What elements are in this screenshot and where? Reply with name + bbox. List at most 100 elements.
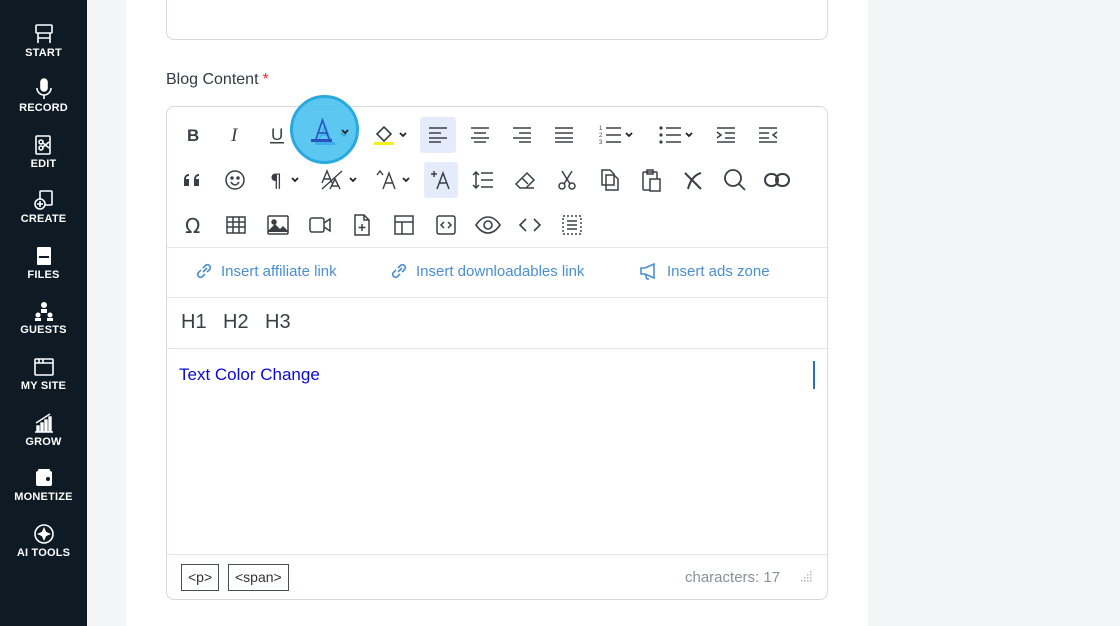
insert-table-button[interactable] xyxy=(221,207,251,243)
svg-text:B: B xyxy=(187,126,199,145)
select-all-button[interactable] xyxy=(557,207,587,243)
files-icon xyxy=(36,247,51,265)
svg-text:2: 2 xyxy=(599,133,603,139)
blockquote-button[interactable] xyxy=(179,162,207,198)
outdent-button[interactable] xyxy=(753,117,783,153)
layout-button[interactable] xyxy=(389,207,419,243)
nav-create[interactable]: CREATE xyxy=(0,188,87,225)
align-right-button[interactable] xyxy=(507,117,537,153)
nav-label: RECORD xyxy=(19,102,68,114)
align-right-icon xyxy=(513,127,531,143)
line-height-button[interactable] xyxy=(467,162,499,198)
nav-record[interactable]: RECORD xyxy=(0,77,87,114)
insert-link-button[interactable] xyxy=(761,162,793,198)
insert-affiliate-link-button[interactable]: Insert affiliate link xyxy=(195,262,337,280)
ai-tools-icon xyxy=(33,524,54,544)
my-site-icon xyxy=(33,358,54,376)
insert-downloadables-link-button[interactable]: Insert downloadables link xyxy=(390,262,584,280)
toolbar-row-1: B I U 1 2 3 xyxy=(167,113,827,153)
chevron-down-icon xyxy=(685,132,693,138)
nav-label: MONETIZE xyxy=(14,491,73,503)
ordered-list-button[interactable]: 123 xyxy=(593,117,639,153)
create-icon xyxy=(33,190,53,210)
insert-file-button[interactable] xyxy=(347,207,377,243)
nav-my-site[interactable]: MY SITE xyxy=(0,355,87,392)
indent-button[interactable] xyxy=(711,117,741,153)
nav-start[interactable]: START xyxy=(0,22,87,59)
headings-divider xyxy=(167,348,827,349)
resize-grip-icon[interactable] xyxy=(801,570,813,582)
bullet-list-button[interactable] xyxy=(653,117,699,153)
heading-2-button[interactable]: H2 xyxy=(223,311,249,334)
copy-button[interactable] xyxy=(593,162,625,198)
search-icon xyxy=(724,169,746,191)
font-size-icon xyxy=(321,169,343,190)
text-cursor xyxy=(813,361,815,389)
bold-button[interactable]: B xyxy=(179,117,207,153)
nav-files[interactable]: FILES xyxy=(0,244,87,281)
insert-video-button[interactable] xyxy=(305,207,335,243)
video-icon xyxy=(309,217,331,233)
smiley-icon xyxy=(225,170,245,190)
clipboard-icon xyxy=(642,169,661,192)
nav-grow[interactable]: GROW xyxy=(0,411,87,448)
chevron-down-icon xyxy=(349,177,357,183)
editor-content-text[interactable]: Text Color Change xyxy=(179,365,320,385)
quote-icon xyxy=(184,174,199,186)
heading-3-button[interactable]: H3 xyxy=(265,311,291,334)
monetize-icon xyxy=(35,469,52,486)
path-tag-span[interactable]: <span> xyxy=(228,564,289,591)
paragraph-format-button[interactable]: ¶ xyxy=(263,162,305,198)
chevron-down-icon xyxy=(291,177,299,183)
background-color-button[interactable] xyxy=(367,117,413,153)
align-left-icon xyxy=(429,127,447,143)
heading-1-button[interactable]: H1 xyxy=(181,311,207,334)
ordered-list-icon: 123 xyxy=(599,126,621,145)
insert-image-button[interactable] xyxy=(263,207,293,243)
clear-formatting-button[interactable] xyxy=(509,162,541,198)
path-tag-p[interactable]: <p> xyxy=(181,564,220,591)
align-justify-button[interactable] xyxy=(549,117,579,153)
paste-button[interactable] xyxy=(635,162,667,198)
special-characters-button[interactable]: Ω xyxy=(179,207,209,243)
remove-button[interactable] xyxy=(677,162,709,198)
font-size-button[interactable] xyxy=(317,162,361,198)
bullet-list-icon xyxy=(659,126,681,144)
link-icon xyxy=(196,263,212,279)
start-icon xyxy=(34,24,53,43)
insert-downloadables-link-label: Insert downloadables link xyxy=(416,262,585,280)
nav-ai-tools[interactable]: AI TOOLS xyxy=(0,522,87,559)
add-style-button[interactable] xyxy=(424,162,458,198)
underline-button[interactable]: U xyxy=(263,117,291,153)
code-icon xyxy=(518,218,542,232)
insert-affiliate-link-label: Insert affiliate link xyxy=(221,262,337,280)
nav-edit[interactable]: EDIT xyxy=(0,133,87,170)
text-color-icon xyxy=(311,117,349,142)
code-view-button[interactable] xyxy=(515,207,545,243)
cut-button[interactable] xyxy=(551,162,583,198)
align-left-button[interactable] xyxy=(420,117,456,153)
text-case-icon xyxy=(376,169,396,190)
nav-guests[interactable]: GUESTS xyxy=(0,299,87,336)
indent-icon xyxy=(716,127,735,143)
image-icon xyxy=(267,215,289,235)
sidebar: START RECORD EDIT CREATE FILES GUESTS MY… xyxy=(0,0,87,626)
preview-button[interactable] xyxy=(473,207,503,243)
paint-bucket-icon xyxy=(374,125,394,145)
chevron-down-icon xyxy=(625,132,633,138)
emoji-button[interactable] xyxy=(221,162,249,198)
italic-button[interactable]: I xyxy=(221,117,249,153)
embed-button[interactable] xyxy=(431,207,461,243)
search-button[interactable] xyxy=(719,162,751,198)
svg-text:3: 3 xyxy=(599,140,603,145)
bold-icon: B xyxy=(187,126,199,145)
nav-monetize[interactable]: MONETIZE xyxy=(0,466,87,503)
previous-field-box[interactable] xyxy=(166,0,828,40)
rich-text-editor: B I U 1 2 3 ¶ Ω Insert affiliate link In… xyxy=(166,106,828,600)
align-center-button[interactable] xyxy=(465,117,495,153)
text-case-button[interactable] xyxy=(373,162,413,198)
insert-ads-zone-button[interactable]: Insert ads zone xyxy=(639,262,770,280)
link-icon xyxy=(391,263,407,279)
nav-label: GUESTS xyxy=(20,324,67,336)
add-style-icon xyxy=(431,170,450,190)
